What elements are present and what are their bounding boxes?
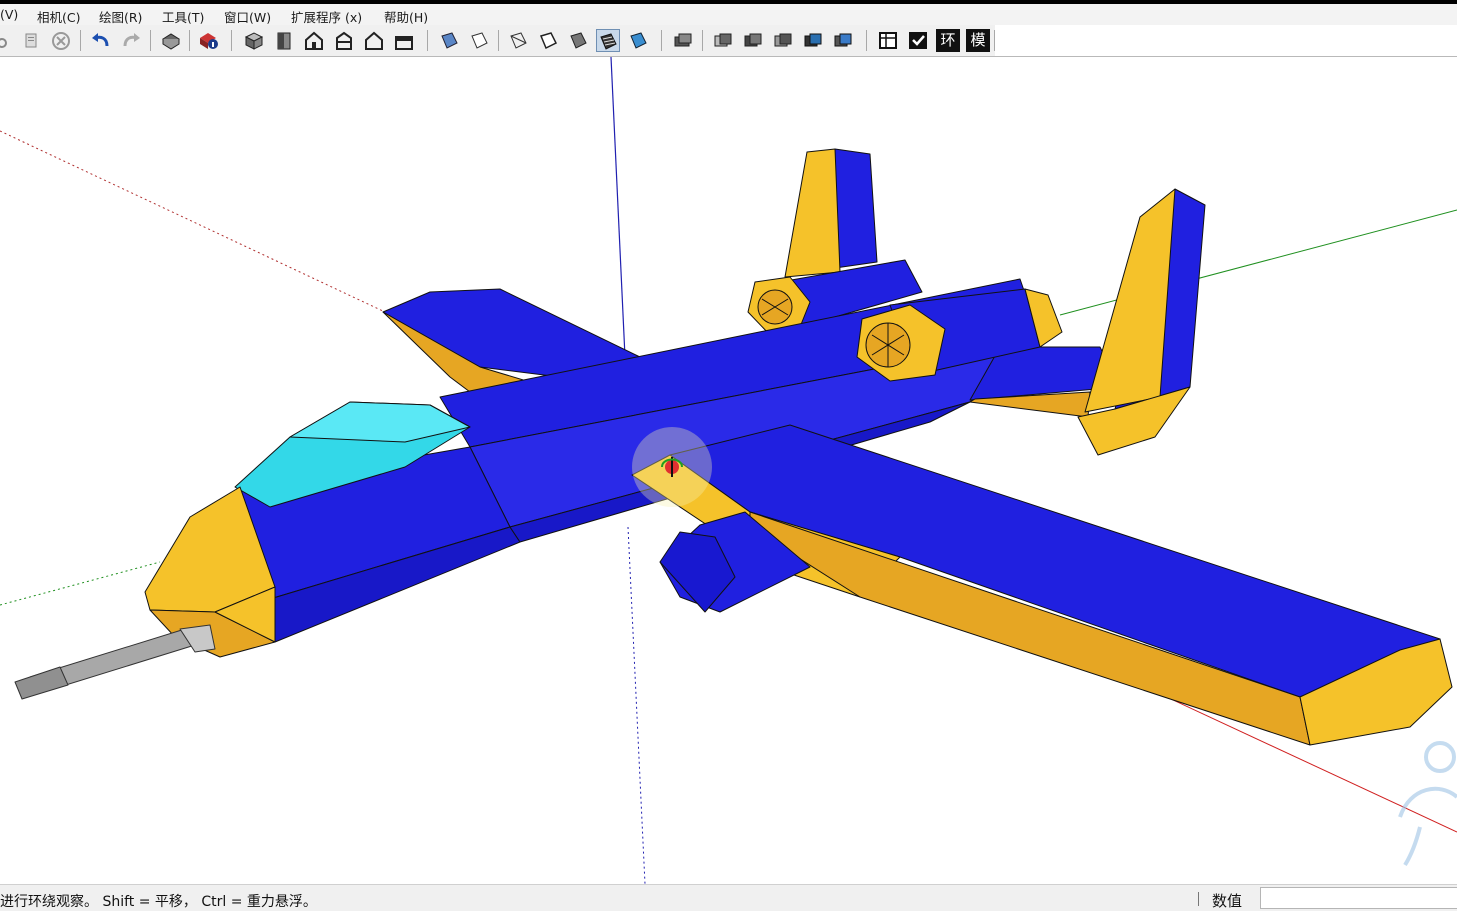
nose-cannon xyxy=(14,624,216,700)
print-icon[interactable] xyxy=(159,29,183,52)
measurements-input[interactable] xyxy=(1260,887,1457,909)
view-iso-icon[interactable] xyxy=(242,29,266,52)
menu-tools[interactable]: 工具(T) xyxy=(162,7,204,26)
shaded-textures-style-icon[interactable] xyxy=(626,29,650,52)
model-info-icon[interactable] xyxy=(197,29,221,52)
checkmark-icon[interactable] xyxy=(906,29,930,52)
toolbar-separator xyxy=(498,30,499,51)
section-cut-icon[interactable] xyxy=(771,29,795,52)
redo-icon[interactable] xyxy=(119,29,143,52)
toolbar-separator xyxy=(150,30,151,51)
status-bar: 进行环绕观察。 Shift = 平移， Ctrl = 重力悬浮。 数值 xyxy=(0,884,1457,911)
toolbar-separator xyxy=(661,30,662,51)
view-right-icon[interactable] xyxy=(332,29,356,52)
menu-camera[interactable]: 相机(C) xyxy=(37,7,80,26)
section-fill-icon[interactable] xyxy=(801,29,825,52)
section-plane-icon[interactable] xyxy=(711,29,735,52)
toolbar-separator xyxy=(189,30,190,51)
section-planes-toggle-icon[interactable] xyxy=(831,29,855,52)
extension-model-button[interactable]: 模 xyxy=(966,29,990,52)
right-tail-fin xyxy=(1077,188,1206,456)
section-display-icon[interactable] xyxy=(741,29,765,52)
view-top-icon[interactable] xyxy=(272,29,296,52)
erase-icon[interactable] xyxy=(49,29,73,52)
measurements-label: 数值 xyxy=(1212,892,1243,910)
model-viewport[interactable] xyxy=(0,57,1457,884)
layer-icon[interactable] xyxy=(671,29,695,52)
menu-draw[interactable]: 绘图(R) xyxy=(99,7,142,26)
status-divider xyxy=(1198,892,1199,906)
blue-axis-positive xyxy=(610,57,626,358)
extension-ring-button[interactable]: 环 xyxy=(936,29,960,52)
red-axis-negative xyxy=(0,130,386,313)
shaded-style-icon[interactable] xyxy=(566,29,590,52)
view-left-icon[interactable] xyxy=(392,29,416,52)
monochrome-style-icon[interactable] xyxy=(596,29,620,52)
toolbar: 环 模 xyxy=(0,25,1457,57)
wireframe-style-icon[interactable] xyxy=(506,29,530,52)
menu-view[interactable]: (V) xyxy=(0,7,18,22)
toolbar-separator xyxy=(80,30,81,51)
view-back-icon[interactable] xyxy=(362,29,386,52)
menu-help[interactable]: 帮助(H) xyxy=(384,7,428,26)
toolbar-separator xyxy=(866,30,867,51)
orbit-cursor-icon xyxy=(632,427,712,507)
left-tail-fin xyxy=(784,148,878,278)
xray-style-icon[interactable] xyxy=(437,29,461,52)
table-icon[interactable] xyxy=(876,29,900,52)
watermark-figure xyxy=(1398,741,1457,867)
paste-icon[interactable] xyxy=(19,29,43,52)
toolbar-separator xyxy=(427,30,428,51)
toolbar-separator xyxy=(231,30,232,51)
green-axis-negative xyxy=(0,561,161,606)
toolbar-separator xyxy=(994,30,995,51)
status-hint: 进行环绕观察。 Shift = 平移， Ctrl = 重力悬浮。 xyxy=(0,894,317,910)
blue-axis-negative xyxy=(627,526,646,884)
back-edges-style-icon[interactable] xyxy=(467,29,491,52)
hidden-line-style-icon[interactable] xyxy=(536,29,560,52)
undo-icon[interactable] xyxy=(89,29,113,52)
menu-extensions[interactable]: 扩展程序 (x) xyxy=(291,7,362,26)
view-front-icon[interactable] xyxy=(302,29,326,52)
menu-window[interactable]: 窗口(W) xyxy=(224,7,271,26)
toolbar-empty-area xyxy=(995,25,1457,56)
aircraft-scene[interactable] xyxy=(0,57,1457,884)
cut-icon[interactable] xyxy=(0,29,18,52)
menu-bar: (V) 相机(C) 绘图(R) 工具(T) 窗口(W) 扩展程序 (x) 帮助(… xyxy=(0,4,1457,25)
toolbar-separator xyxy=(702,30,703,51)
